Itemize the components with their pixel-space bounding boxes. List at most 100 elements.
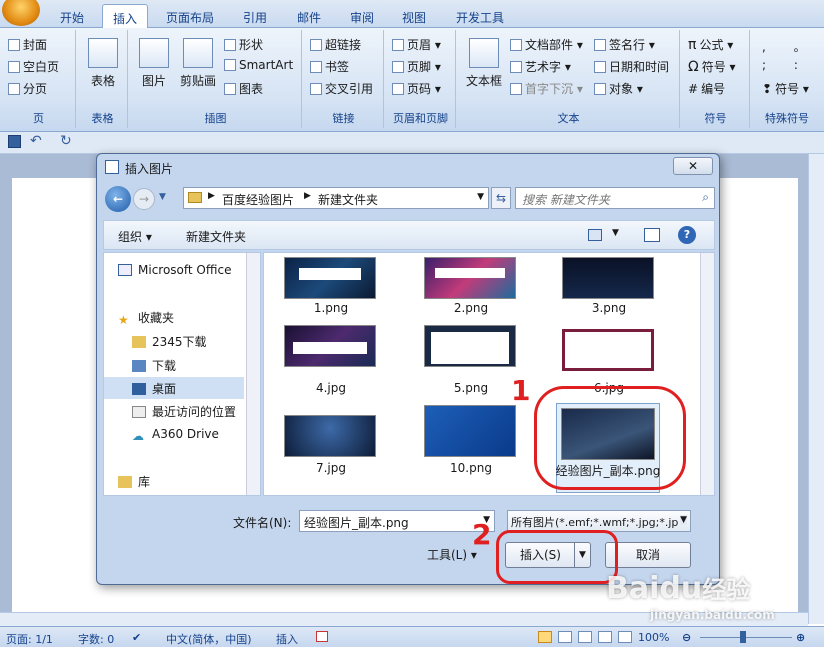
zoom-in-icon[interactable]: ⊕ xyxy=(796,631,805,644)
nav-item-office[interactable]: Microsoft Office xyxy=(118,263,231,277)
forward-arrow-icon[interactable]: → xyxy=(133,188,155,210)
file-name[interactable]: 1.png xyxy=(276,301,386,315)
clipart-button[interactable]: 剪贴画 xyxy=(176,38,220,89)
tab-references[interactable]: 引用 xyxy=(233,4,277,28)
equation-button[interactable]: π 公式 ▾ xyxy=(688,36,733,53)
special-symbol-button[interactable]: ❢ 符号 ▾ xyxy=(762,80,809,97)
office-button[interactable] xyxy=(2,0,40,26)
file-thumbnail[interactable] xyxy=(424,257,516,299)
chart-button[interactable]: 图表 xyxy=(224,80,263,97)
punct-row-2[interactable]: ; : ! xyxy=(762,58,824,72)
web-layout-icon[interactable] xyxy=(578,631,592,643)
zoom-slider[interactable] xyxy=(700,637,792,638)
undo-icon[interactable]: ↶ xyxy=(30,133,42,149)
textbox-button[interactable]: 文本框 xyxy=(462,38,506,89)
file-thumbnail[interactable] xyxy=(284,415,376,457)
tab-home[interactable]: 开始 xyxy=(50,4,94,28)
quick-parts-button[interactable]: 文档部件 ▾ xyxy=(510,36,583,53)
refresh-icon[interactable]: ⇆ xyxy=(491,187,511,209)
macro-icon[interactable] xyxy=(316,631,328,642)
close-icon[interactable]: ✕ xyxy=(673,157,713,175)
cross-ref-button[interactable]: 交叉引用 xyxy=(310,80,373,97)
organize-button[interactable]: 组织 ▾ xyxy=(118,228,152,245)
file-name[interactable]: 5.png xyxy=(416,381,526,395)
tab-page-layout[interactable]: 页面布局 xyxy=(156,4,224,28)
nav-item-libraries[interactable]: 库 xyxy=(118,473,150,490)
file-thumbnail[interactable] xyxy=(284,257,376,299)
file-thumbnail[interactable] xyxy=(424,325,516,367)
zoom-thumb[interactable] xyxy=(740,631,746,643)
file-thumbnail[interactable] xyxy=(562,257,654,299)
draft-icon[interactable] xyxy=(618,631,632,643)
history-chevron-icon[interactable]: ▼ xyxy=(159,192,166,202)
nav-item-a360[interactable]: ☁ A360 Drive xyxy=(132,427,219,443)
proofing-icon[interactable]: ✔ xyxy=(132,631,141,644)
address-box[interactable]: ▶ 百度经验图片 ▶ 新建文件夹 ▼ xyxy=(183,187,489,209)
back-arrow-icon[interactable]: ← xyxy=(105,186,131,212)
new-folder-button[interactable]: 新建文件夹 xyxy=(186,228,246,245)
filetype-select[interactable]: 所有图片(*.emf;*.wmf;*.jpg;*.jp ▼ xyxy=(507,510,691,532)
file-name[interactable]: 2.png xyxy=(416,301,526,315)
header-button[interactable]: 页眉 ▾ xyxy=(392,36,441,53)
tab-developer[interactable]: 开发工具 xyxy=(446,4,514,28)
object-button[interactable]: 对象 ▾ xyxy=(594,80,643,97)
page-break-button[interactable]: 分页 xyxy=(8,80,47,97)
file-thumbnail[interactable] xyxy=(284,325,376,367)
smartart-button[interactable]: SmartArt xyxy=(224,58,293,72)
zoom-out-icon[interactable]: ⊖ xyxy=(682,631,691,644)
file-name[interactable]: 10.png xyxy=(416,461,526,475)
chevron-down-icon[interactable]: ▼ xyxy=(477,192,484,202)
page-count[interactable]: 页面: 1/1 xyxy=(6,631,53,647)
tab-review[interactable]: 审阅 xyxy=(340,4,384,28)
file-name[interactable]: 3.png xyxy=(554,301,664,315)
redo-icon[interactable]: ↻ xyxy=(60,133,72,149)
page-number-button[interactable]: 页码 ▾ xyxy=(392,80,441,97)
blank-page-button[interactable]: 空白页 xyxy=(8,58,59,75)
outline-icon[interactable] xyxy=(598,631,612,643)
tab-view[interactable]: 视图 xyxy=(392,4,436,28)
cover-page-button[interactable]: 封面 xyxy=(8,36,47,53)
word-count[interactable]: 字数: 0 xyxy=(78,631,114,647)
file-thumbnail[interactable] xyxy=(562,329,654,371)
shapes-button[interactable]: 形状 xyxy=(224,36,263,53)
search-input[interactable]: 搜索 新建文件夹 ⌕ xyxy=(515,187,715,209)
tab-insert[interactable]: 插入 xyxy=(102,4,149,29)
chevron-down-icon[interactable]: ▼ xyxy=(680,515,687,525)
tools-button[interactable]: 工具(L) ▾ xyxy=(427,546,477,563)
file-name[interactable]: 7.jpg xyxy=(276,461,386,475)
filename-input[interactable]: 经验图片_副本.png ▼ xyxy=(299,510,495,532)
number-button[interactable]: # 编号 xyxy=(688,80,725,97)
symbol-button[interactable]: Ω 符号 ▾ xyxy=(688,58,736,75)
nav-item-2345download[interactable]: 2345下载 xyxy=(132,333,207,350)
hyperlink-button[interactable]: 超链接 xyxy=(310,36,361,53)
nav-scrollbar[interactable] xyxy=(246,253,260,495)
tab-mailings[interactable]: 邮件 xyxy=(287,4,331,28)
signature-line-button[interactable]: 签名行 ▾ xyxy=(594,36,655,53)
insert-mode[interactable]: 插入 xyxy=(276,631,298,647)
print-layout-icon[interactable] xyxy=(538,631,552,643)
bookmark-button[interactable]: 书签 xyxy=(310,58,349,75)
table-button[interactable]: 表格 xyxy=(84,38,122,89)
language[interactable]: 中文(简体，中国) xyxy=(166,631,252,647)
zoom-level[interactable]: 100% xyxy=(638,631,669,644)
file-list-scrollbar[interactable] xyxy=(700,253,714,495)
search-icon[interactable]: ⌕ xyxy=(702,190,709,205)
nav-item-recent[interactable]: 最近访问的位置 xyxy=(132,403,236,420)
file-name[interactable]: 4.jpg xyxy=(276,381,386,395)
save-icon[interactable] xyxy=(8,135,21,148)
breadcrumb-item[interactable]: 百度经验图片 xyxy=(222,191,294,208)
view-chevron-icon[interactable]: ▼ xyxy=(612,228,619,238)
nav-item-favorites[interactable]: ★ 收藏夹 xyxy=(118,309,174,327)
view-icon[interactable] xyxy=(588,229,602,241)
vertical-scrollbar[interactable] xyxy=(808,154,824,624)
date-time-button[interactable]: 日期和时间 xyxy=(594,58,669,75)
preview-pane-icon[interactable] xyxy=(644,228,660,242)
punct-row-1[interactable]: , 。 、 xyxy=(762,38,824,55)
breadcrumb-item[interactable]: 新建文件夹 xyxy=(318,191,378,208)
help-icon[interactable]: ? xyxy=(678,226,696,244)
picture-button[interactable]: 图片 xyxy=(134,38,174,89)
file-thumbnail[interactable] xyxy=(424,405,516,457)
nav-item-desktop[interactable]: 桌面 xyxy=(132,380,176,397)
wordart-button[interactable]: 艺术字 ▾ xyxy=(510,58,571,75)
drop-cap-button[interactable]: 首字下沉 ▾ xyxy=(510,80,583,97)
